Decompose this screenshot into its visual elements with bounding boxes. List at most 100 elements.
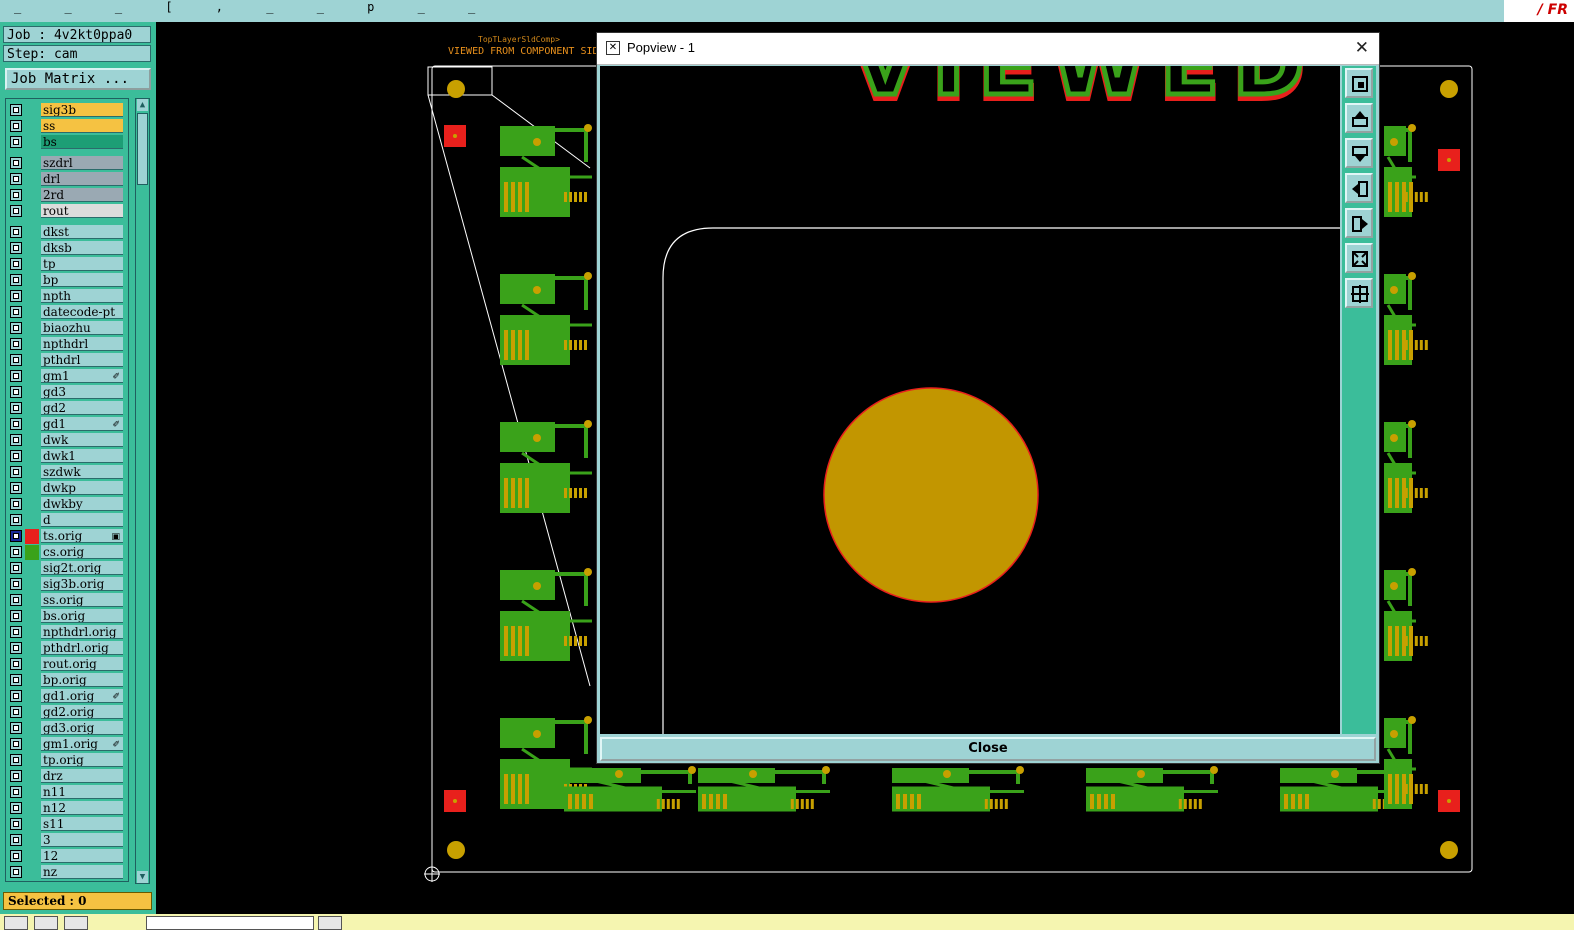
layer-row[interactable]: datecode-pt <box>8 305 126 320</box>
zoom-fit-icon[interactable] <box>1345 68 1373 98</box>
layer-checkbox[interactable] <box>10 578 22 590</box>
layer-checkbox[interactable] <box>10 418 22 430</box>
layer-name[interactable]: gd1.orig ✐ <box>41 689 123 703</box>
zoom-in-icon[interactable] <box>1345 278 1373 308</box>
layer-checkbox[interactable] <box>10 786 22 798</box>
layer-name[interactable]: ss <box>41 119 123 133</box>
layer-row[interactable]: gm1.orig ✐ <box>8 737 126 752</box>
job-matrix-button[interactable]: Job Matrix ... <box>5 68 151 90</box>
layer-checkbox[interactable] <box>10 157 22 169</box>
layer-name[interactable]: 12 <box>41 849 123 863</box>
layer-row[interactable]: biaozhu <box>8 321 126 336</box>
layer-row[interactable]: gd3 <box>8 385 126 400</box>
pan-left-icon[interactable] <box>1345 173 1373 203</box>
layer-row[interactable]: bp <box>8 273 126 288</box>
layer-row[interactable]: dwk1 <box>8 449 126 464</box>
layer-row[interactable]: drz <box>8 769 126 784</box>
layer-name[interactable]: dwkp <box>41 481 123 495</box>
layer-name[interactable]: gd3 <box>41 385 123 399</box>
layer-name[interactable]: dwk1 <box>41 449 123 463</box>
layer-row[interactable]: pthdrl <box>8 353 126 368</box>
layer-name[interactable]: bs <box>41 135 123 149</box>
layer-name[interactable]: dwk <box>41 433 123 447</box>
layer-row[interactable]: npthdrl.orig <box>8 625 126 640</box>
layer-checkbox[interactable] <box>10 722 22 734</box>
layer-name[interactable]: dkst <box>41 225 123 239</box>
layer-name[interactable]: pthdrl.orig <box>41 641 123 655</box>
layer-checkbox[interactable] <box>10 514 22 526</box>
layer-name[interactable]: gm1 ✐ <box>41 369 123 383</box>
layer-checkbox[interactable] <box>10 770 22 782</box>
layer-row[interactable]: dkst <box>8 225 126 240</box>
zoom-out-icon[interactable] <box>1345 243 1373 273</box>
layer-row[interactable]: ts.orig ▣ <box>8 529 126 544</box>
layer-row[interactable]: bs.orig <box>8 609 126 624</box>
layer-row[interactable]: gm1 ✐ <box>8 369 126 384</box>
layer-name[interactable]: bs.orig <box>41 609 123 623</box>
layer-row[interactable]: szdwk <box>8 465 126 480</box>
layer-checkbox[interactable] <box>10 466 22 478</box>
layer-name[interactable]: tp <box>41 257 123 271</box>
layer-row[interactable]: ss <box>8 119 126 134</box>
layer-name[interactable]: cs.orig <box>41 545 123 559</box>
layer-checkbox[interactable] <box>10 706 22 718</box>
layer-checkbox[interactable] <box>10 594 22 606</box>
pan-up-icon[interactable] <box>1345 103 1373 133</box>
layer-row[interactable]: tp.orig <box>8 753 126 768</box>
layer-name[interactable]: bp <box>41 273 123 287</box>
layer-name[interactable]: sig2t.orig <box>41 561 123 575</box>
layer-row[interactable]: drl <box>8 172 126 187</box>
layer-row[interactable]: n11 <box>8 785 126 800</box>
layer-row[interactable]: npthdrl <box>8 337 126 352</box>
layer-checkbox[interactable] <box>10 370 22 382</box>
layer-checkbox[interactable] <box>10 226 22 238</box>
layer-name[interactable]: ss.orig <box>41 593 123 607</box>
layer-checkbox[interactable] <box>10 173 22 185</box>
layer-checkbox[interactable] <box>10 546 22 558</box>
layer-name[interactable]: 2rd <box>41 188 123 202</box>
bottom-tool-button-3[interactable] <box>64 916 88 930</box>
layer-name[interactable]: drz <box>41 769 123 783</box>
layer-row[interactable]: d <box>8 513 126 528</box>
layer-row[interactable]: s11 <box>8 817 126 832</box>
layer-checkbox[interactable] <box>10 290 22 302</box>
layer-row[interactable]: gd1.orig ✐ <box>8 689 126 704</box>
layer-name[interactable]: bp.orig <box>41 673 123 687</box>
layer-row[interactable]: dwkp <box>8 481 126 496</box>
layer-name[interactable]: d <box>41 513 123 527</box>
layer-list-scrollbar[interactable]: ▲ ▼ <box>135 98 150 884</box>
layer-name[interactable]: drl <box>41 172 123 186</box>
popview-canvas[interactable]: VIEWED F VIEWED F <box>600 66 1340 734</box>
close-icon[interactable]: ✕ <box>1355 38 1369 58</box>
layer-name[interactable]: gd1 ✐ <box>41 417 123 431</box>
layer-checkbox[interactable] <box>10 498 22 510</box>
layer-checkbox[interactable] <box>10 658 22 670</box>
layer-name[interactable]: gd2.orig <box>41 705 123 719</box>
layer-row[interactable]: bp.orig <box>8 673 126 688</box>
layer-row[interactable]: gd2.orig <box>8 705 126 720</box>
layer-checkbox[interactable] <box>10 322 22 334</box>
popview-titlebar[interactable]: ✕ Popview - 1 ✕ <box>597 33 1379 65</box>
layer-row[interactable]: n12 <box>8 801 126 816</box>
bottom-tool-button-1[interactable] <box>4 916 28 930</box>
scroll-down-icon[interactable]: ▼ <box>137 871 148 883</box>
layer-row[interactable]: 3 <box>8 833 126 848</box>
layer-name[interactable]: datecode-pt <box>41 305 123 319</box>
layer-checkbox[interactable] <box>10 562 22 574</box>
layer-checkbox[interactable] <box>10 189 22 201</box>
layer-name[interactable]: nz <box>41 865 123 879</box>
layer-row[interactable]: dwk <box>8 433 126 448</box>
layer-checkbox[interactable] <box>10 866 22 878</box>
layer-name[interactable]: rout.orig <box>41 657 123 671</box>
layer-name[interactable]: gd3.orig <box>41 721 123 735</box>
layer-row[interactable]: nz <box>8 865 126 880</box>
layer-checkbox[interactable] <box>10 120 22 132</box>
layer-checkbox[interactable] <box>10 450 22 462</box>
layer-row[interactable]: sig2t.orig <box>8 561 126 576</box>
layer-name[interactable]: ts.orig ▣ <box>41 529 123 543</box>
layer-checkbox[interactable] <box>10 434 22 446</box>
layer-name[interactable]: biaozhu <box>41 321 123 335</box>
zoomed-pad[interactable] <box>823 387 1039 603</box>
layer-name[interactable]: szdwk <box>41 465 123 479</box>
layer-checkbox[interactable] <box>10 690 22 702</box>
